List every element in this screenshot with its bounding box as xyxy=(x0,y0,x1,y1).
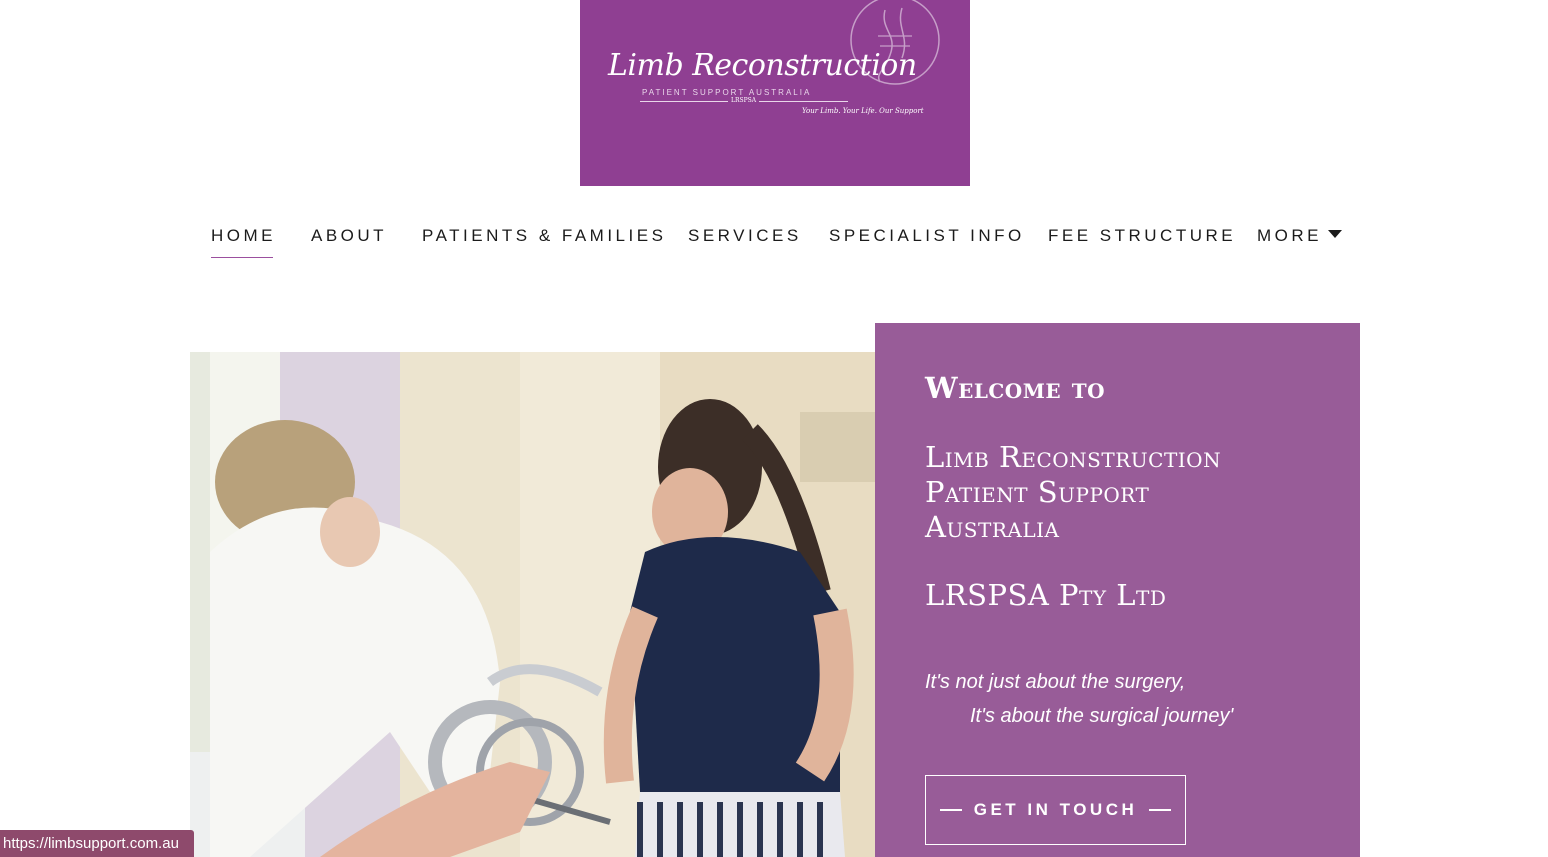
nav-item-more[interactable]: MORE xyxy=(1257,226,1342,246)
org-name-line-2: Patient Support xyxy=(925,475,1150,509)
nav-item-patients-families[interactable]: PATIENTS & FAMILIES xyxy=(422,226,666,246)
nav-item-specialist-info[interactable]: SPECIALIST INFO xyxy=(829,226,1025,246)
nav-item-fee-structure[interactable]: FEE STRUCTURE xyxy=(1048,226,1236,246)
quote-line-1: It's not just about the surgery, xyxy=(925,671,1186,693)
hero-photo-illustration xyxy=(190,352,875,857)
logo-tagline: Your Limb. Your Life. Our Support xyxy=(802,107,924,115)
hero-photo xyxy=(190,352,875,857)
main-nav: HOME ABOUT PATIENTS & FAMILIES SERVICES … xyxy=(0,226,1548,266)
nav-item-services[interactable]: SERVICES xyxy=(688,226,802,246)
quote-line-2: It's about the surgical journey' xyxy=(970,705,1234,727)
site-logo[interactable]: Limb Reconstruction PATIENT SUPPORT AUST… xyxy=(580,0,970,186)
cta-label: GET IN TOUCH xyxy=(973,800,1138,819)
org-name-line-1: Limb Reconstruction xyxy=(925,440,1222,474)
logo-abbreviation: LRSPSA xyxy=(728,97,760,104)
nav-item-about[interactable]: ABOUT xyxy=(311,226,387,246)
logo-title: Limb Reconstruction xyxy=(608,48,917,83)
link-status-bar: https://limbsupport.com.au xyxy=(0,830,194,857)
get-in-touch-button[interactable]: GET IN TOUCH xyxy=(925,775,1186,845)
company-name: LRSPSA Pty Ltd xyxy=(925,578,1167,612)
welcome-heading: Welcome to xyxy=(925,371,1105,405)
logo-subtitle: PATIENT SUPPORT AUSTRALIA xyxy=(642,88,812,97)
cta-dash-right xyxy=(1149,809,1172,811)
cta-dash-left xyxy=(939,809,962,811)
org-name-line-3: Australia xyxy=(925,510,1060,544)
hero-panel: Welcome to Limb Reconstruction Patient S… xyxy=(875,323,1360,857)
caret-down-icon xyxy=(1328,230,1342,238)
nav-item-home[interactable]: HOME xyxy=(211,226,276,258)
nav-item-more-label: MORE xyxy=(1257,226,1322,245)
